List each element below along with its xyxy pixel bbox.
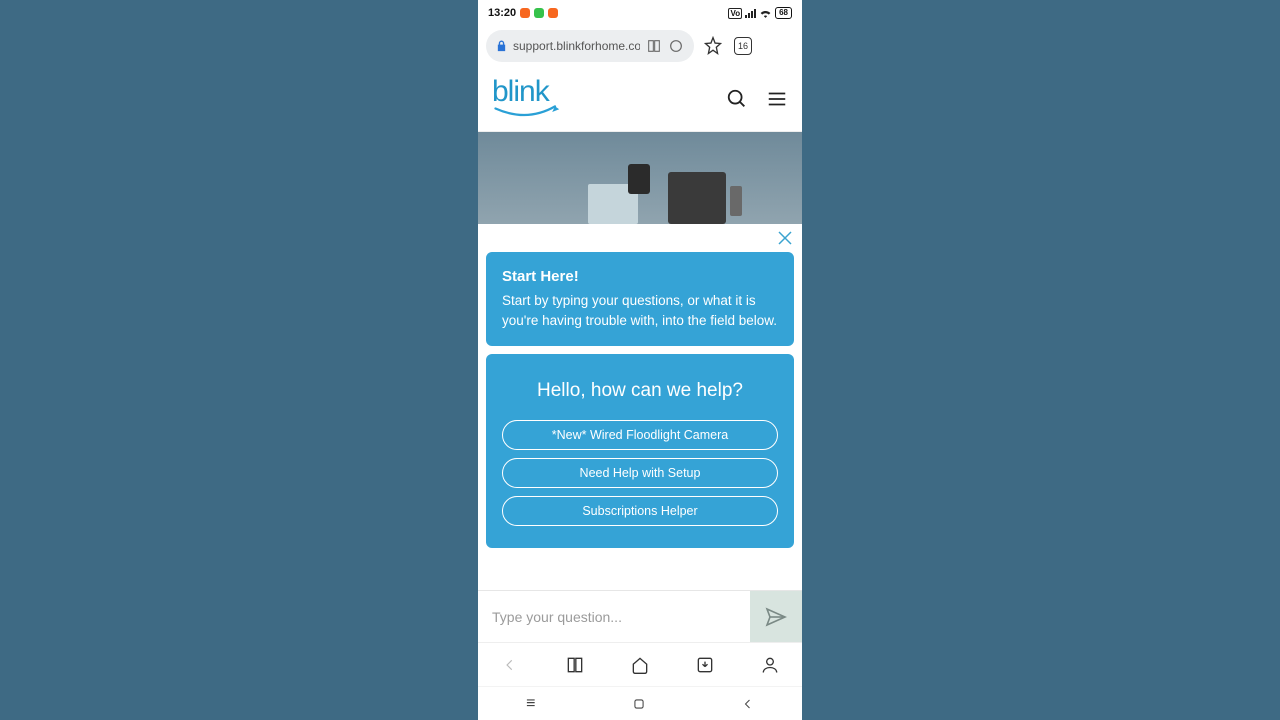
status-time: 13:20 bbox=[488, 7, 516, 19]
back-system-icon[interactable] bbox=[742, 698, 754, 710]
library-icon[interactable] bbox=[564, 654, 586, 676]
lock-icon bbox=[496, 40, 507, 53]
tab-count: 16 bbox=[734, 37, 752, 55]
hero-image bbox=[478, 132, 802, 224]
battery-icon: 68 bbox=[775, 7, 792, 19]
vowifi-icon: Vo bbox=[728, 8, 742, 19]
blink-logo[interactable]: blink bbox=[492, 78, 562, 119]
search-icon[interactable] bbox=[726, 88, 748, 110]
help-card: Hello, how can we help? *New* Wired Floo… bbox=[486, 354, 794, 548]
status-bar: 13:20 Vo 68 bbox=[478, 0, 802, 26]
browser-url-bar: support.blinkforhome.co 16 bbox=[478, 26, 802, 66]
product-image-icon bbox=[628, 164, 650, 194]
product-image-icon bbox=[730, 186, 742, 216]
tabs-button[interactable]: 16 bbox=[732, 35, 754, 57]
status-right: Vo 68 bbox=[728, 7, 792, 19]
site-header: blink bbox=[478, 66, 802, 132]
back-icon[interactable] bbox=[499, 654, 521, 676]
bookmark-icon[interactable] bbox=[702, 35, 724, 57]
suggestion-floodlight-button[interactable]: *New* Wired Floodlight Camera bbox=[502, 420, 778, 450]
home-system-icon[interactable] bbox=[632, 697, 646, 711]
status-left: 13:20 bbox=[488, 7, 558, 19]
url-text: support.blinkforhome.co bbox=[513, 39, 640, 53]
start-here-body: Start by typing your questions, or what … bbox=[502, 291, 778, 330]
downloads-icon[interactable] bbox=[694, 654, 716, 676]
close-icon[interactable] bbox=[776, 229, 794, 247]
help-card-title: Hello, how can we help? bbox=[502, 380, 778, 402]
suggestion-setup-button[interactable]: Need Help with Setup bbox=[502, 458, 778, 488]
profile-icon[interactable] bbox=[759, 654, 781, 676]
phone-frame: 13:20 Vo 68 support.blinkforhome.co bbox=[478, 0, 802, 720]
browser-bottom-nav bbox=[478, 642, 802, 686]
amazon-swoosh-icon bbox=[492, 105, 562, 119]
suggestion-subscriptions-button[interactable]: Subscriptions Helper bbox=[502, 496, 778, 526]
chat-input[interactable] bbox=[478, 591, 750, 642]
chat-widget: Start Here! Start by typing your questio… bbox=[478, 224, 802, 720]
product-image-icon bbox=[668, 172, 726, 224]
wifi-icon bbox=[759, 8, 772, 18]
suggestion-label: *New* Wired Floodlight Camera bbox=[552, 428, 728, 442]
start-here-title: Start Here! bbox=[502, 268, 778, 285]
paper-plane-icon bbox=[764, 605, 788, 629]
recents-icon[interactable]: ≡ bbox=[526, 695, 535, 713]
suggestion-label: Subscriptions Helper bbox=[582, 504, 697, 518]
system-nav-bar: ≡ bbox=[478, 686, 802, 720]
phone-app-icon bbox=[534, 8, 544, 18]
start-here-card: Start Here! Start by typing your questio… bbox=[486, 252, 794, 346]
refresh-icon[interactable] bbox=[668, 38, 684, 54]
chat-top-bar bbox=[478, 224, 802, 252]
cell-signal-icon bbox=[745, 8, 756, 18]
notification-dot-icon bbox=[548, 8, 558, 18]
home-icon[interactable] bbox=[629, 654, 651, 676]
chat-input-row bbox=[478, 590, 802, 642]
url-pill[interactable]: support.blinkforhome.co bbox=[486, 30, 694, 62]
hamburger-menu-icon[interactable] bbox=[766, 88, 788, 110]
notification-dot-icon bbox=[520, 8, 530, 18]
send-button[interactable] bbox=[750, 591, 802, 642]
suggestion-label: Need Help with Setup bbox=[580, 466, 701, 480]
reader-mode-icon[interactable] bbox=[646, 38, 662, 54]
logo-text: blink bbox=[492, 78, 549, 105]
